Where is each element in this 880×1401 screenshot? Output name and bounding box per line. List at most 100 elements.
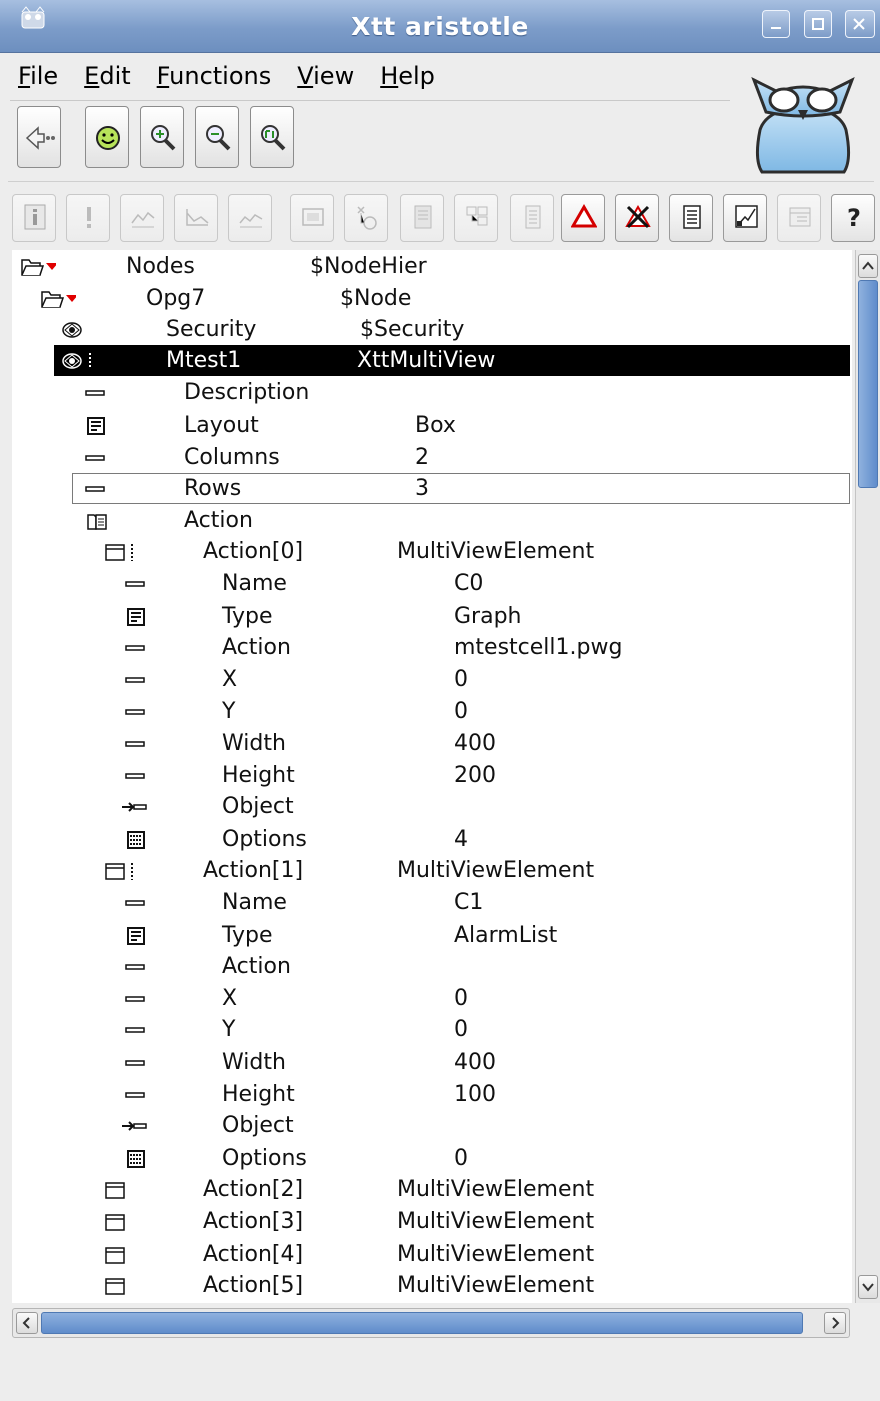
tree-row[interactable]: Object <box>12 791 850 822</box>
mask-attribute-icon[interactable] <box>120 829 156 851</box>
menu-functions[interactable]: Functions <box>157 62 272 90</box>
tree-row[interactable]: Description <box>12 377 850 408</box>
tree-row[interactable]: Mtest1 XttMultiView <box>54 345 850 376</box>
info-button[interactable] <box>12 194 56 242</box>
enum-attribute-icon[interactable] <box>120 925 156 947</box>
attribute-icon[interactable] <box>120 988 156 1010</box>
attribute-icon[interactable] <box>120 892 156 914</box>
attribute-icon[interactable] <box>120 637 156 659</box>
tree-row[interactable]: Y0 <box>12 1014 850 1045</box>
attrref-icon[interactable] <box>120 796 156 818</box>
object-attribute-icon[interactable] <box>100 860 136 882</box>
attribute-icon[interactable] <box>80 447 116 469</box>
object-attribute-icon[interactable] <box>100 541 136 563</box>
close-button[interactable] <box>845 10 875 38</box>
vertical-scroll-thumb[interactable] <box>858 280 878 488</box>
leaf-object-icon[interactable] <box>60 350 96 372</box>
tree-row[interactable]: Action[5] MultiViewElement <box>12 1270 850 1301</box>
tree-row[interactable]: Action <box>12 951 850 982</box>
tree-row[interactable]: Options 0 <box>12 1143 850 1174</box>
exclamation-button[interactable] <box>66 194 110 242</box>
attribute-icon[interactable] <box>80 382 116 404</box>
fast-button[interactable] <box>174 194 218 242</box>
tree-row[interactable]: Y0 <box>12 696 850 727</box>
tree-row[interactable]: Height 100 <box>12 1079 850 1110</box>
zoom-in-button[interactable] <box>140 106 184 168</box>
history-button[interactable] <box>228 194 272 242</box>
tree-row[interactable]: Action[2] MultiViewElement <box>12 1174 850 1205</box>
crossref-button[interactable] <box>400 194 444 242</box>
tree-row[interactable]: Name C1 <box>12 887 850 918</box>
enum-attribute-icon[interactable] <box>80 415 116 437</box>
tree-row[interactable]: Width 400 <box>12 1047 850 1078</box>
back-button[interactable] <box>17 106 61 168</box>
tree-row[interactable]: Layout Box <box>12 410 850 441</box>
tree-row[interactable]: Security $Security <box>12 314 850 345</box>
graph-button[interactable] <box>290 194 334 242</box>
tree-row[interactable]: X0 <box>12 983 850 1014</box>
attribute-icon[interactable] <box>120 573 156 595</box>
attribute-icon[interactable] <box>120 765 156 787</box>
attribute-icon[interactable] <box>120 701 156 723</box>
attribute-icon[interactable] <box>120 669 156 691</box>
menu-edit[interactable]: Edit <box>84 62 130 90</box>
plot-button[interactable] <box>723 194 767 242</box>
horizontal-scrollbar[interactable] <box>12 1308 850 1338</box>
maximize-button[interactable] <box>804 10 832 38</box>
class-graph-button[interactable] <box>454 194 498 242</box>
tree-row[interactable]: Name C0 <box>12 568 850 599</box>
closed-object-icon[interactable] <box>100 1211 136 1233</box>
minimize-button[interactable] <box>762 10 790 38</box>
attribute-icon[interactable] <box>120 1084 156 1106</box>
tree-row[interactable]: Rows 3 <box>72 473 850 504</box>
horizontal-scroll-thumb[interactable] <box>41 1312 803 1334</box>
enum-attribute-icon[interactable] <box>120 606 156 628</box>
tree-row[interactable]: Action[0] MultiViewElement <box>12 536 850 567</box>
attribute-icon[interactable] <box>120 1052 156 1074</box>
tree-row[interactable]: Height 200 <box>12 760 850 791</box>
mask-attribute-icon[interactable] <box>120 1148 156 1170</box>
leaf-object-icon[interactable] <box>60 319 96 341</box>
open-folder-icon[interactable] <box>20 256 56 278</box>
closed-object-icon[interactable] <box>100 1275 136 1297</box>
attribute-icon[interactable] <box>120 733 156 755</box>
tree-row[interactable]: Type Graph <box>12 601 850 632</box>
tree-row[interactable]: Nodes $NodeHier <box>12 251 850 282</box>
tree-row[interactable]: Options 4 <box>12 824 850 855</box>
tree-row[interactable]: Action <box>12 505 850 536</box>
trend-button[interactable] <box>120 194 164 242</box>
menu-view[interactable]: View <box>297 62 354 90</box>
options-button[interactable] <box>777 194 821 242</box>
vertical-scrollbar[interactable] <box>855 250 880 1303</box>
scroll-left-button[interactable] <box>16 1312 38 1334</box>
menu-file[interactable]: File <box>18 62 58 90</box>
open-folder-icon[interactable] <box>40 288 76 310</box>
closed-object-icon[interactable] <box>100 1179 136 1201</box>
tree-row[interactable]: X0 <box>12 664 850 695</box>
scroll-down-button[interactable] <box>858 1275 878 1299</box>
scroll-right-button[interactable] <box>824 1312 846 1334</box>
zoom-out-button[interactable] <box>195 106 239 168</box>
menu-help[interactable]: Help <box>380 62 435 90</box>
tree-row[interactable]: Object <box>12 1110 850 1141</box>
scroll-up-button[interactable] <box>858 254 878 278</box>
array-attribute-icon[interactable] <box>80 510 116 532</box>
tree-row[interactable]: Action[3] MultiViewElement <box>12 1206 850 1237</box>
tree-row[interactable]: Width 400 <box>12 728 850 759</box>
tree-row[interactable]: Action[1] MultiViewElement <box>12 855 850 886</box>
tree-row[interactable]: Action[4] MultiViewElement <box>12 1239 850 1270</box>
alarm-unblock-button[interactable] <box>615 194 659 242</box>
tree-row[interactable]: Opg7 $Node <box>12 283 850 314</box>
attrref-icon[interactable] <box>120 1115 156 1137</box>
title-bar[interactable]: Xtt aristotle <box>0 0 880 53</box>
tree-row[interactable]: Columns 2 <box>12 442 850 473</box>
open-plc-button[interactable] <box>344 194 388 242</box>
attribute-icon[interactable] <box>120 1019 156 1041</box>
help-button[interactable]: ? <box>831 194 875 242</box>
tree-row[interactable]: Type AlarmList <box>12 920 850 951</box>
tree-row[interactable]: Action mtestcell1.pwg <box>12 632 850 663</box>
smiley-button[interactable] <box>85 106 129 168</box>
documentation-button[interactable] <box>510 194 554 242</box>
closed-object-icon[interactable] <box>100 1244 136 1266</box>
attribute-icon[interactable] <box>120 956 156 978</box>
